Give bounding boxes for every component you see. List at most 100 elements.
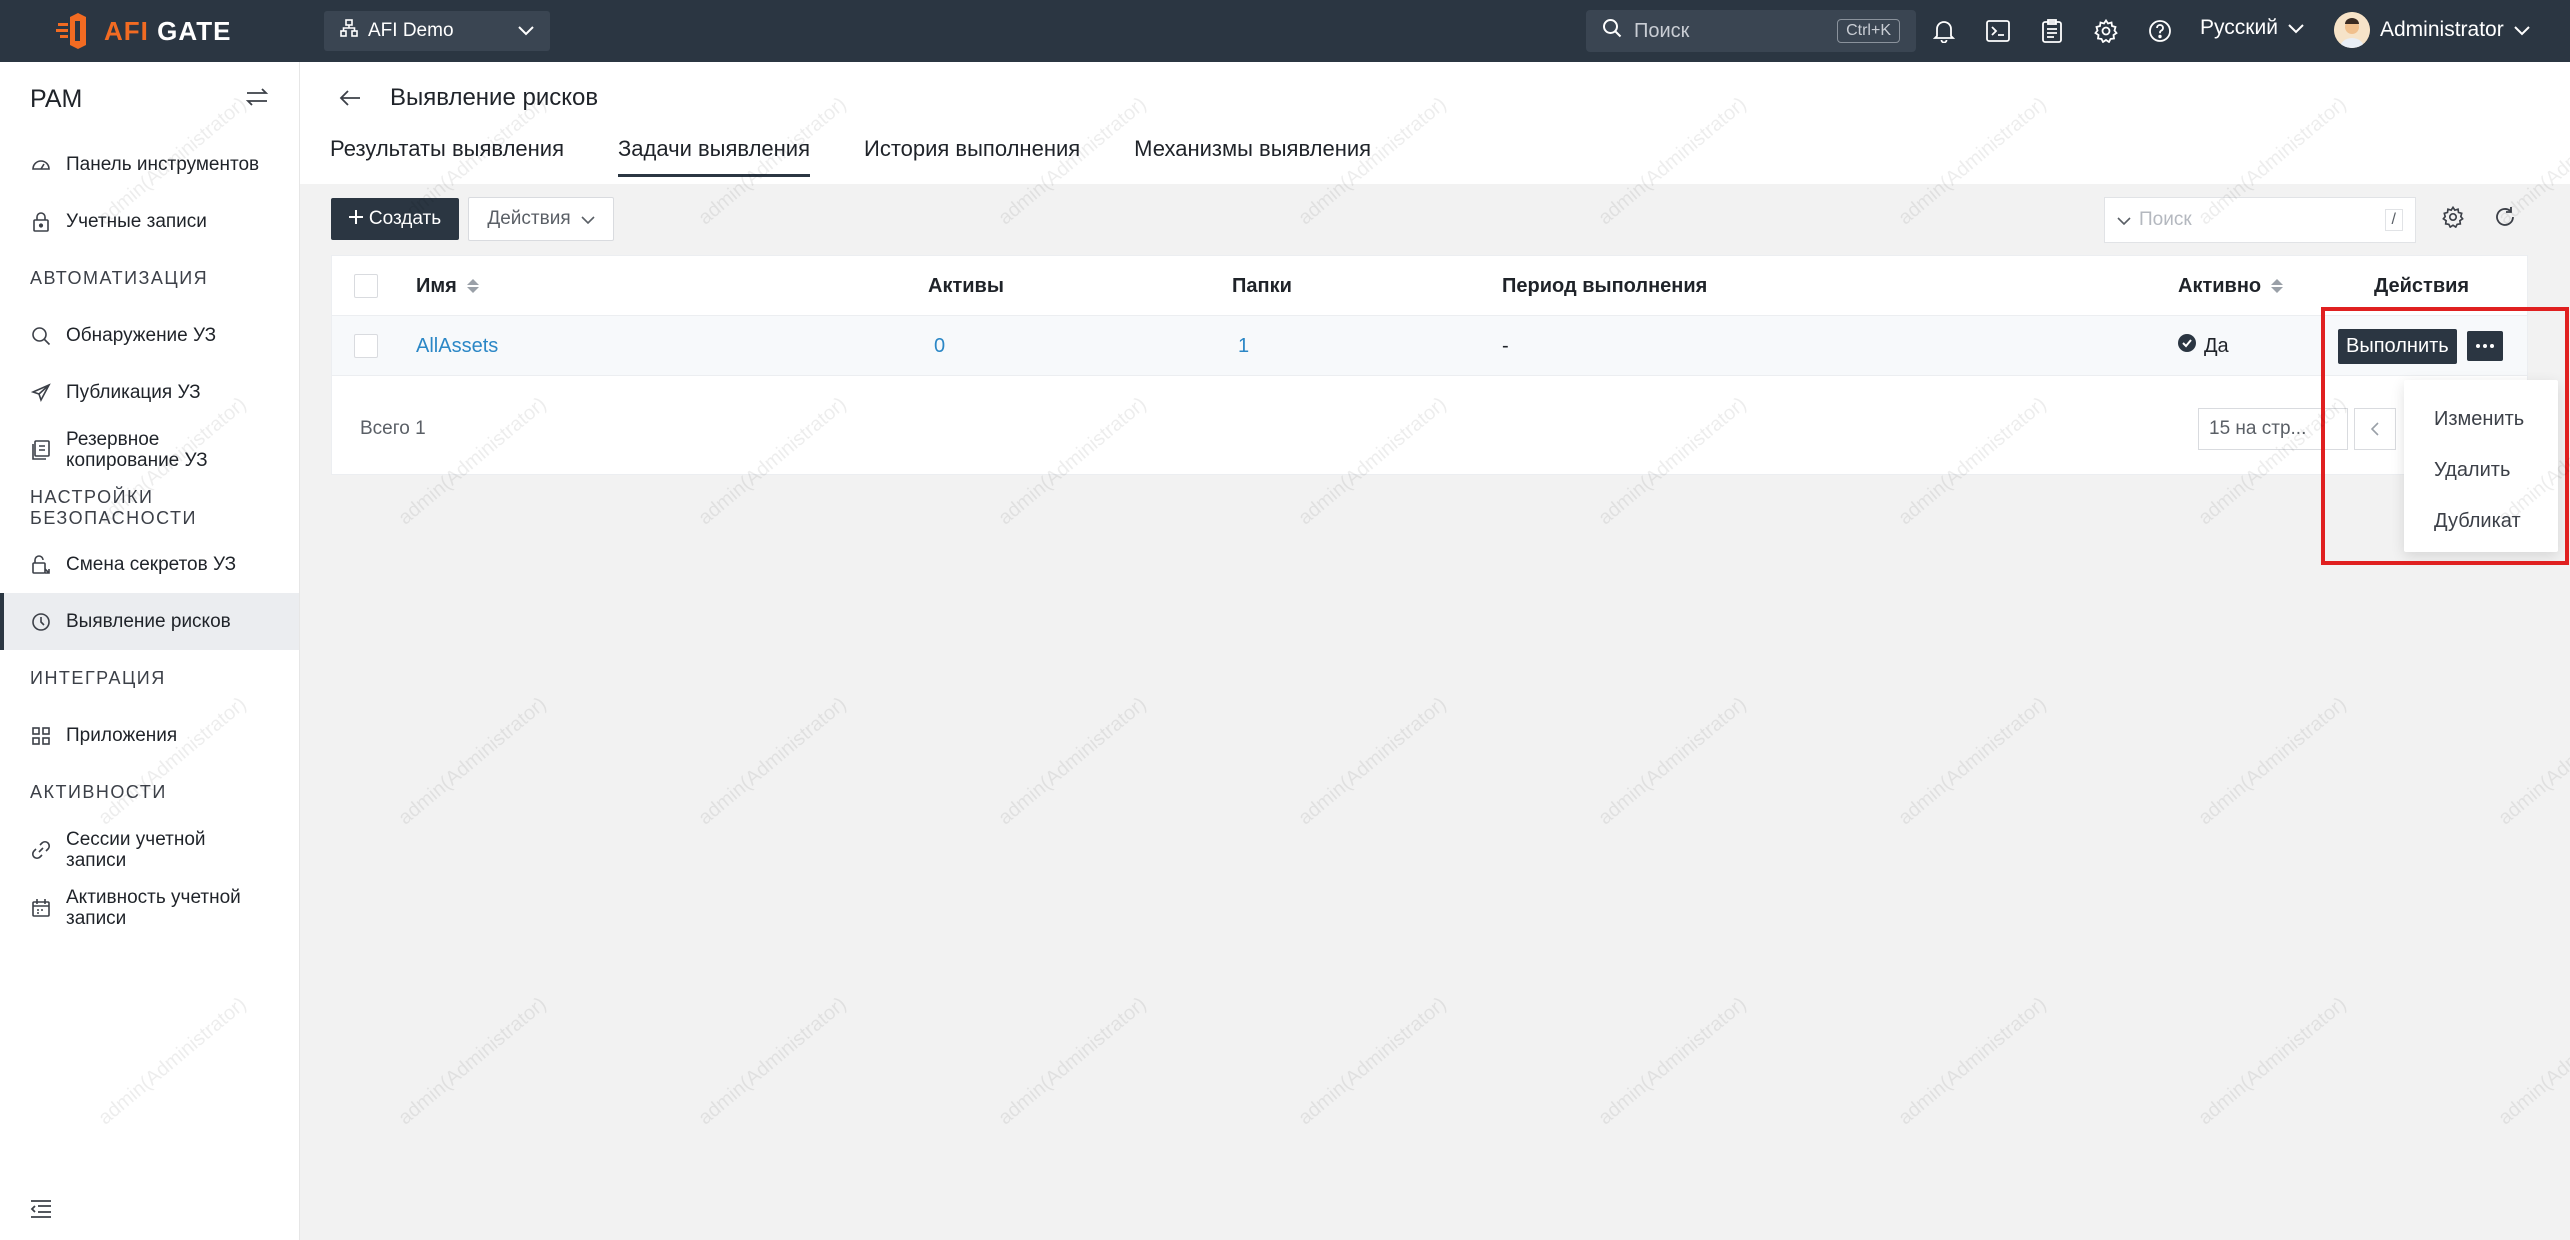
column-header-folders: Папки bbox=[1232, 274, 1292, 297]
terminal-icon[interactable] bbox=[1984, 14, 2012, 48]
assets-count-link[interactable]: 0 bbox=[934, 335, 945, 358]
back-arrow-icon[interactable] bbox=[338, 88, 362, 113]
actions-label: Действия bbox=[487, 208, 571, 229]
sidebar-item-label: Выявление рисков bbox=[66, 610, 231, 632]
sidebar-item-label: Публикация УЗ bbox=[66, 381, 201, 403]
folders-count-link[interactable]: 1 bbox=[1238, 335, 1249, 358]
sidebar-item-label-line1: Сессии учетной bbox=[66, 829, 206, 850]
send-icon bbox=[30, 382, 52, 404]
column-header-name[interactable]: Имя bbox=[416, 275, 457, 298]
global-search-placeholder: Поиск bbox=[1634, 19, 1690, 42]
sidebar-item-label-line2: копирование УЗ bbox=[66, 450, 208, 471]
watermark-text: admin(Administrator) bbox=[2194, 993, 2351, 1130]
watermark-text: admin(Administrator) bbox=[694, 693, 851, 830]
sidebar-section-automation: АВТОМАТИЗАЦИЯ bbox=[30, 268, 209, 288]
gear-icon[interactable] bbox=[2092, 14, 2120, 48]
tab-mechanisms[interactable]: Механизмы выявления bbox=[1134, 136, 1371, 177]
highlight-box bbox=[2321, 307, 2569, 565]
sidebar-item-publication[interactable]: Публикация УЗ bbox=[0, 364, 299, 421]
sidebar-item-label: Обнаружение УЗ bbox=[66, 324, 217, 346]
watermark-text: admin(Administrator) bbox=[2194, 693, 2351, 830]
chevron-down-icon bbox=[2117, 209, 2131, 231]
tab-bar: Результаты выявления Задачи выявления Ис… bbox=[330, 136, 1371, 177]
select-all-checkbox[interactable] bbox=[354, 274, 378, 298]
tasks-table: Имя Активы Папки Период выполнения Актив… bbox=[331, 255, 2528, 475]
collapse-sidebar-icon[interactable] bbox=[30, 1199, 52, 1224]
search-shortcut: Ctrl+K bbox=[1837, 19, 1900, 43]
risk-icon bbox=[30, 611, 52, 633]
watermark-text: admin(Administrator) bbox=[1594, 993, 1751, 1130]
sidebar-item-account-activity[interactable]: Активность учетной записи bbox=[0, 879, 299, 937]
watermark-text: admin(Administrator) bbox=[994, 993, 1151, 1130]
watermark-text: admin(Administrator) bbox=[1894, 693, 2051, 830]
tab-tasks[interactable]: Задачи выявления bbox=[618, 136, 810, 177]
org-select[interactable]: AFI Demo bbox=[324, 11, 550, 51]
watermark-text: admin(Administrator) bbox=[1294, 693, 1451, 830]
sidebar-section-security: НАСТРОЙКИ БЕЗОПАСНОСТИ bbox=[30, 486, 197, 528]
sidebar-item-applications[interactable]: Приложения bbox=[0, 707, 299, 764]
table-search-input[interactable]: Поиск / bbox=[2104, 197, 2416, 243]
apps-icon bbox=[30, 725, 52, 747]
chevron-down-icon bbox=[518, 20, 534, 42]
sidebar: PAM Панель инструментов Учетные записи А… bbox=[0, 62, 300, 1240]
row-checkbox[interactable] bbox=[354, 334, 378, 358]
sidebar-item-label: Панель инструментов bbox=[66, 153, 260, 175]
sidebar-section-integration: ИНТЕГРАЦИЯ bbox=[30, 668, 166, 688]
sidebar-item-secret-change[interactable]: Смена секретов УЗ bbox=[0, 536, 299, 593]
language-select[interactable]: Русский bbox=[2200, 16, 2304, 40]
create-button[interactable]: Создать bbox=[331, 198, 459, 240]
sidebar-item-risk-detection[interactable]: Выявление рисков bbox=[0, 593, 299, 650]
total-count: Всего 1 bbox=[360, 418, 426, 439]
chevron-down-icon bbox=[581, 208, 595, 230]
logo[interactable]: AFI GATE bbox=[56, 12, 231, 50]
search-icon bbox=[30, 325, 52, 347]
page-title: Выявление рисков bbox=[390, 84, 599, 111]
tab-results[interactable]: Результаты выявления bbox=[330, 136, 564, 177]
tab-history[interactable]: История выполнения bbox=[864, 136, 1080, 177]
language-label: Русский bbox=[2200, 16, 2278, 39]
watermark-text: admin(Administrator) bbox=[2494, 993, 2570, 1130]
column-header-active[interactable]: Активно bbox=[2178, 275, 2261, 298]
sidebar-item-sessions[interactable]: Сессии учетной записи bbox=[0, 821, 299, 879]
sidebar-item-dashboard[interactable]: Панель инструментов bbox=[0, 136, 299, 193]
calendar-icon bbox=[30, 897, 52, 919]
period-value: - bbox=[1502, 334, 1509, 357]
user-name: Administrator bbox=[2380, 18, 2504, 41]
swap-icon[interactable] bbox=[245, 85, 269, 114]
org-icon bbox=[340, 19, 358, 43]
sort-icon[interactable] bbox=[466, 279, 479, 293]
watermark-text: admin(Administrator) bbox=[994, 693, 1151, 830]
backup-icon bbox=[30, 439, 52, 461]
org-name: AFI Demo bbox=[368, 20, 454, 41]
sidebar-title: PAM bbox=[30, 84, 83, 113]
sidebar-item-accounts[interactable]: Учетные записи bbox=[0, 193, 299, 250]
lock-icon bbox=[30, 211, 52, 233]
sort-icon[interactable] bbox=[2271, 279, 2284, 293]
dashboard-icon bbox=[30, 154, 52, 176]
user-menu[interactable]: Administrator bbox=[2334, 12, 2530, 48]
sidebar-item-discovery[interactable]: Обнаружение УЗ bbox=[0, 307, 299, 364]
column-header-assets: Активы bbox=[928, 274, 1004, 297]
logo-suffix: GATE bbox=[157, 15, 232, 46]
bell-icon[interactable] bbox=[1930, 14, 1958, 48]
sidebar-section-activity: АКТИВНОСТИ bbox=[30, 782, 167, 802]
task-name-link[interactable]: AllAssets bbox=[416, 335, 498, 358]
chevron-down-icon bbox=[2288, 16, 2304, 40]
actions-dropdown[interactable]: Действия bbox=[468, 197, 614, 241]
table-settings-icon[interactable] bbox=[2442, 205, 2464, 233]
sidebar-item-label: Учетные записи bbox=[66, 210, 207, 232]
logo-prefix: AFI bbox=[104, 15, 149, 46]
page-size-label: 15 на стр... bbox=[2209, 418, 2307, 439]
watermark-text: admin(Administrator) bbox=[1294, 993, 1451, 1130]
global-search-input[interactable]: Поиск Ctrl+K bbox=[1586, 10, 1916, 52]
refresh-icon[interactable] bbox=[2494, 206, 2516, 233]
help-icon[interactable] bbox=[2146, 14, 2174, 48]
chevron-down-icon bbox=[2513, 18, 2530, 42]
top-bar: AFI GATE AFI Demo Поиск Ctrl+K Русский A… bbox=[0, 0, 2570, 62]
search-icon bbox=[1602, 18, 1622, 44]
sidebar-item-backup[interactable]: Резервное копирование УЗ bbox=[0, 421, 299, 479]
plus-icon bbox=[348, 208, 363, 230]
clipboard-icon[interactable] bbox=[2038, 14, 2066, 48]
sidebar-item-label-line1: Активность учетной bbox=[66, 887, 241, 908]
sidebar-item-label-line2: записи bbox=[66, 908, 127, 929]
